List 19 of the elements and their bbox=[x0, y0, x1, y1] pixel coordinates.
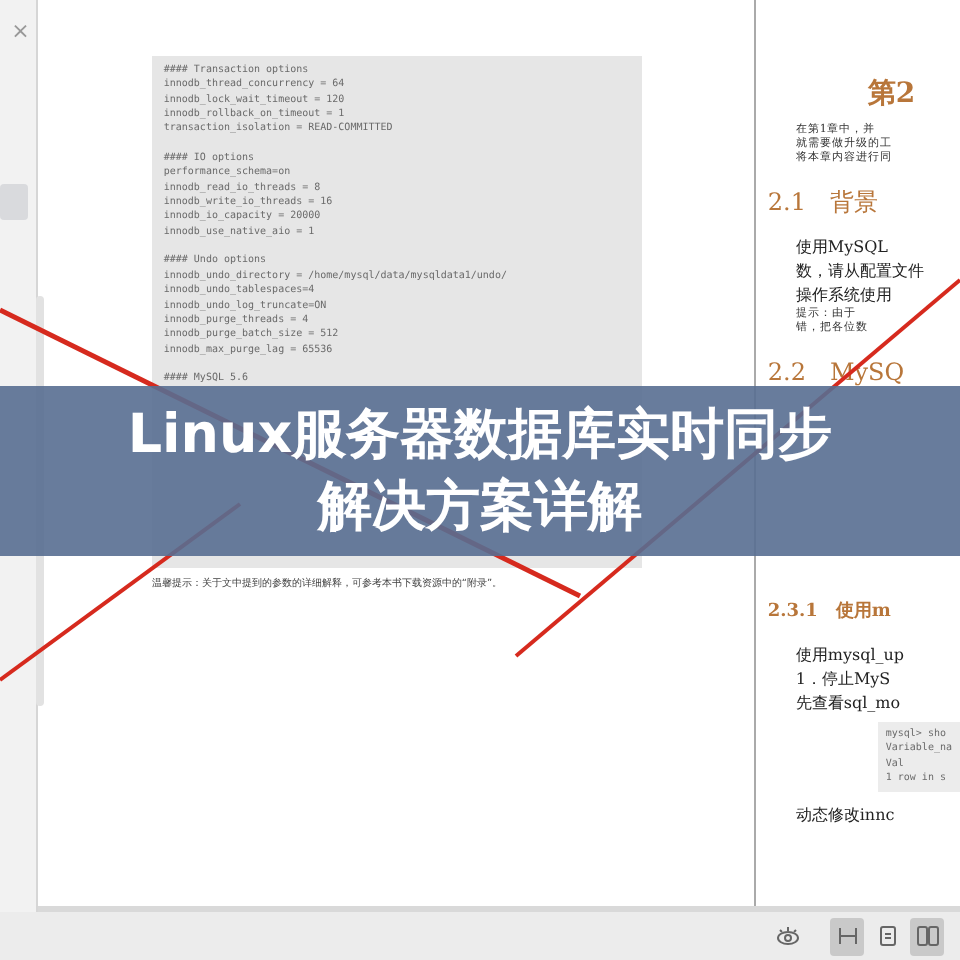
heading: 2.1 背景 bbox=[767, 186, 880, 220]
view-button[interactable] bbox=[830, 917, 864, 955]
heading: 2.3.1 使用m bbox=[767, 599, 893, 624]
text-line: 使用MySQL bbox=[795, 236, 890, 258]
view-button[interactable] bbox=[910, 917, 944, 955]
close-icon[interactable]: × bbox=[11, 20, 30, 44]
text-line: 先查看sql_mo bbox=[795, 692, 903, 714]
title: Linux服务器数据库实时同步 bbox=[127, 401, 833, 469]
text-line: 动态修改innc bbox=[795, 804, 897, 827]
fit-width-icon bbox=[835, 924, 859, 948]
page-icon bbox=[875, 924, 899, 948]
text-line: 操作系统使用 bbox=[795, 284, 894, 306]
text-line: 使用mysql_up bbox=[795, 644, 907, 666]
text-line: 1．停止MyS bbox=[795, 668, 893, 690]
two-pages-icon bbox=[915, 924, 939, 948]
title: 解决方案详解 bbox=[318, 473, 642, 541]
text-line: 数，请从配置文件 bbox=[795, 260, 926, 282]
eye-icon bbox=[775, 924, 799, 948]
heading: 第2 bbox=[867, 76, 918, 112]
